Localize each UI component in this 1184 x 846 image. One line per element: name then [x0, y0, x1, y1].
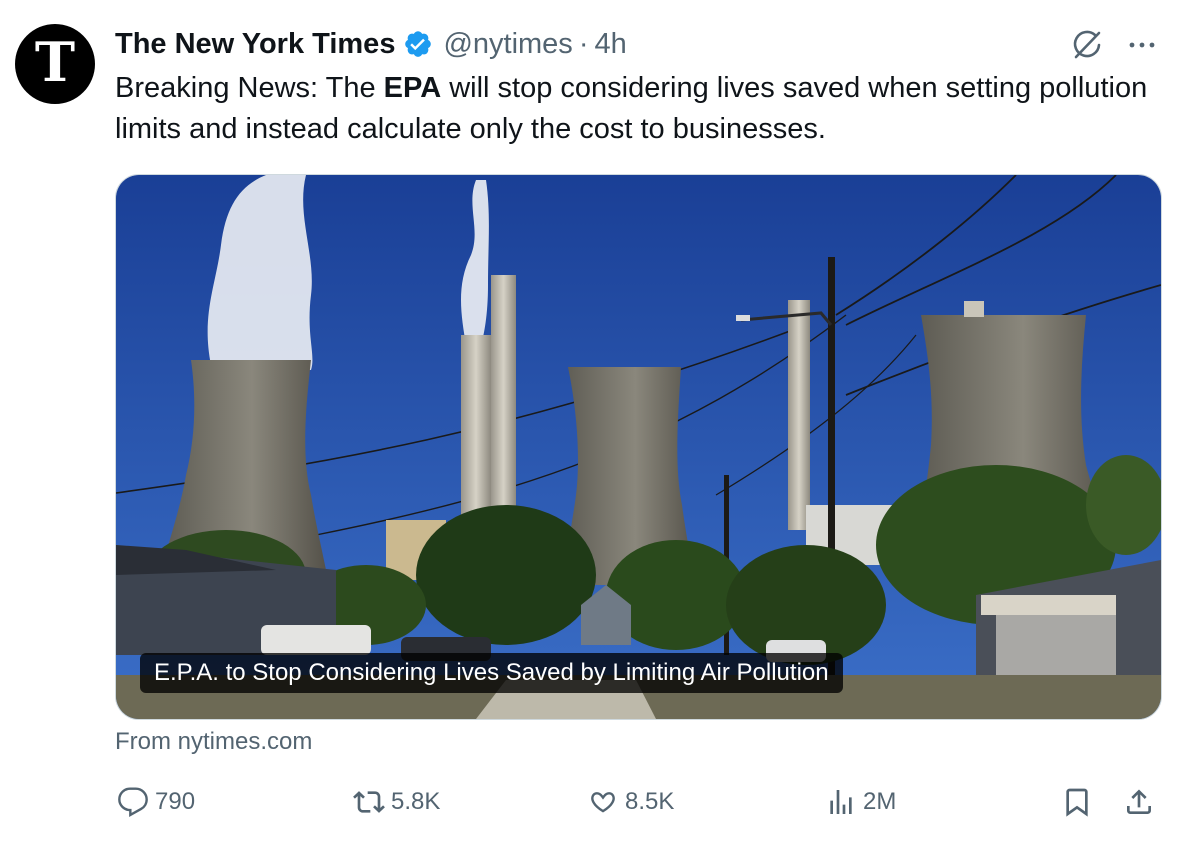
avatar[interactable]: T: [15, 24, 95, 104]
tweet-card[interactable]: T The New York Times @nytimes · 4h Break…: [0, 0, 1184, 846]
bookmark-button[interactable]: [1061, 780, 1099, 824]
nyt-logo: T: [34, 30, 76, 94]
reply-icon: [118, 787, 148, 817]
reply-button[interactable]: 790: [117, 780, 195, 824]
link-card-image[interactable]: E.P.A. to Stop Considering Lives Saved b…: [115, 174, 1162, 720]
like-count: 8.5K: [625, 788, 675, 815]
view-count: 2M: [863, 788, 897, 815]
share-icon: [1127, 789, 1151, 814]
bookmark-icon: [1066, 788, 1088, 817]
tweet-actions: 790 5.8K 8.5K 2M: [115, 780, 1165, 824]
link-source[interactable]: From nytimes.com: [115, 728, 312, 756]
analytics-icon: [830, 790, 852, 814]
views-button[interactable]: 2M: [825, 780, 896, 824]
power-plant-photo: [116, 175, 1161, 719]
repost-icon: [353, 791, 385, 813]
timestamp[interactable]: 4h: [594, 28, 626, 61]
verified-badge-icon: [405, 31, 432, 57]
tweet-header: The New York Times @nytimes · 4h: [115, 24, 627, 64]
heart-icon: [591, 792, 615, 813]
reply-count: 790: [155, 788, 196, 815]
tweet-text-bold: EPA: [383, 72, 442, 104]
like-button[interactable]: 8.5K: [587, 780, 674, 824]
repost-button[interactable]: 5.8K: [353, 780, 440, 824]
repost-count: 5.8K: [391, 788, 441, 815]
grok-icon[interactable]: [1068, 26, 1106, 64]
tweet-text-part: Breaking News: The: [115, 72, 384, 104]
author-name[interactable]: The New York Times: [115, 28, 395, 61]
share-button[interactable]: [1123, 780, 1161, 824]
header-separator: ·: [578, 27, 589, 60]
author-handle[interactable]: @nytimes: [443, 28, 572, 61]
link-card-title[interactable]: E.P.A. to Stop Considering Lives Saved b…: [140, 653, 843, 693]
more-options-icon[interactable]: [1125, 26, 1159, 64]
tweet-text: Breaking News: The EPA will stop conside…: [115, 68, 1155, 150]
